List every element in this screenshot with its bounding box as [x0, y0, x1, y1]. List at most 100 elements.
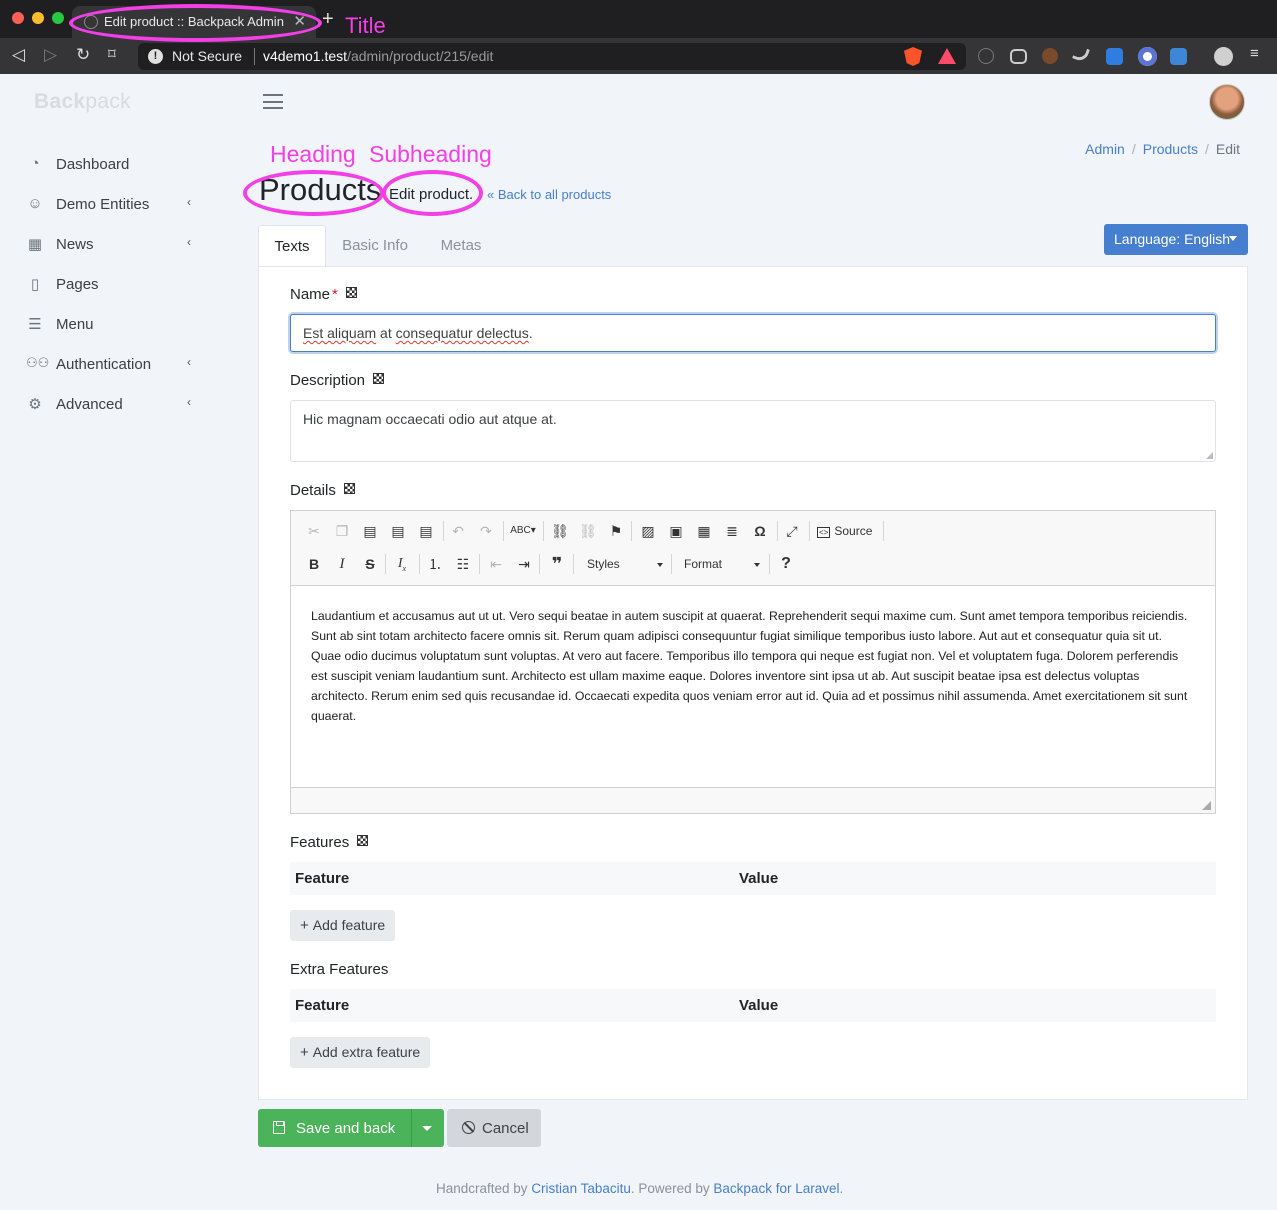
help-icon[interactable]: ? — [775, 553, 797, 575]
sidebar-item-label: Demo Entities — [56, 196, 150, 213]
author-link[interactable]: Cristian Tabacitu — [531, 1181, 631, 1196]
language-dropdown-button[interactable]: Language: English — [1104, 224, 1248, 255]
features-table-header: Feature Value — [290, 862, 1216, 895]
embed-icon[interactable]: ▣ — [665, 520, 687, 542]
sidebar-toggle-icon[interactable] — [263, 94, 283, 109]
special-char-icon[interactable]: Ω — [749, 520, 771, 542]
styles-dropdown[interactable]: Styles — [587, 553, 663, 575]
users-icon: ⚇⚇ — [26, 355, 50, 370]
url-text[interactable]: v4demo1.test/admin/product/215/edit — [263, 48, 493, 64]
undo-icon[interactable]: ↶ — [447, 520, 469, 542]
bookmark-icon[interactable]: ⌑ — [108, 45, 116, 63]
copy-icon[interactable]: ❐ — [331, 520, 353, 542]
add-extra-feature-button[interactable]: + Add extra feature — [290, 1037, 431, 1068]
sidebar-item-demo-entities[interactable]: ☺ Demo Entities ‹ — [0, 185, 220, 225]
sidebar-item-pages[interactable]: ▯ Pages — [0, 265, 220, 305]
sidebar-item-news[interactable]: ▦ News ‹ — [0, 225, 220, 265]
close-window-icon[interactable] — [12, 12, 24, 24]
paste-word-icon[interactable]: ▤ — [415, 520, 437, 542]
bold-icon[interactable]: B — [303, 553, 325, 575]
pocket-icon[interactable] — [1010, 49, 1027, 64]
blockquote-icon[interactable]: ❞ — [546, 553, 568, 575]
backpack-link[interactable]: Backpack for Laravel — [713, 1181, 839, 1196]
magnet-icon[interactable] — [1072, 45, 1090, 63]
chevron-left-icon: ‹ — [187, 395, 191, 409]
reload-icon[interactable]: ↻ — [76, 45, 90, 65]
ban-icon — [462, 1121, 475, 1134]
maximize-window-icon[interactable] — [52, 12, 64, 24]
redo-icon[interactable]: ↷ — [475, 520, 497, 542]
back-to-list-link[interactable]: « Back to all products — [487, 187, 611, 202]
user-avatar[interactable] — [1209, 84, 1245, 120]
forward-icon[interactable]: ▷ — [44, 45, 57, 65]
bulleted-list-icon[interactable]: ☷ — [452, 553, 474, 575]
settings-extension-icon[interactable] — [1138, 47, 1157, 66]
sidebar-item-dashboard[interactable]: ◔ Dashboard — [0, 145, 220, 185]
cut-icon[interactable]: ✂ — [303, 520, 325, 542]
outdent-icon[interactable]: ⇤ — [485, 553, 507, 575]
browser-menu-icon[interactable]: ≡ — [1250, 45, 1259, 62]
extra-features-label: Extra Features — [290, 961, 389, 978]
numbered-list-icon[interactable]: ⒈ — [424, 553, 446, 575]
editor-content[interactable]: Laudantium et accusamus aut ut ut. Vero … — [311, 606, 1191, 726]
cancel-button[interactable]: Cancel — [447, 1109, 541, 1147]
remove-format-icon[interactable]: Ix — [391, 553, 413, 575]
paste-icon[interactable]: ▤ — [359, 520, 381, 542]
breadcrumb-admin[interactable]: Admin — [1085, 141, 1125, 157]
gauge-icon: ◔ — [30, 155, 40, 172]
horizontal-line-icon[interactable]: ≣ — [721, 520, 743, 542]
features-label: Features — [290, 834, 369, 851]
maximize-icon[interactable]: ⤢ — [781, 520, 803, 542]
toolbar-separator — [443, 521, 444, 541]
translatable-flag-icon — [373, 373, 385, 384]
save-and-back-button[interactable]: Save and back — [258, 1109, 412, 1147]
add-feature-button[interactable]: + Add feature — [290, 910, 396, 941]
strikethrough-icon[interactable]: S — [359, 553, 381, 575]
paste-text-icon[interactable]: ▤ — [387, 520, 409, 542]
spellcheck-icon[interactable]: ABC▾ — [509, 520, 537, 542]
source-icon: <> — [817, 527, 831, 538]
chevron-left-icon: ‹ — [187, 195, 191, 209]
format-dropdown[interactable]: Format — [684, 553, 760, 575]
breadcrumb-edit: Edit — [1215, 141, 1240, 157]
resize-handle-icon[interactable] — [1202, 801, 1211, 810]
sidebar-item-menu[interactable]: ☰ Menu — [0, 305, 220, 345]
app-logo[interactable]: Backpack — [34, 90, 131, 114]
sidebar-item-authentication[interactable]: ⚇⚇ Authentication ‹ — [0, 345, 220, 385]
italic-icon[interactable]: I — [331, 553, 353, 575]
tab-texts[interactable]: Texts — [258, 225, 326, 267]
breadcrumb-products[interactable]: Products — [1143, 141, 1198, 157]
profile-icon[interactable] — [1214, 47, 1233, 66]
brave-shields-icon[interactable] — [904, 47, 922, 66]
sidebar-item-label: Authentication — [56, 356, 152, 373]
anchor-flag-icon[interactable]: ⚑ — [605, 520, 627, 542]
editor-toolbar: ✂ ❐ ▤ ▤ ▤ ↶ ↷ ABC▾ ⛓ ⛓ ⚑ ▨ ▣ ▦ ≣ Ω ⤢ <> S… — [291, 511, 1215, 586]
font-extension-icon[interactable] — [1106, 48, 1123, 65]
extra-features-table-header: Feature Value — [290, 989, 1216, 1022]
unlink-icon[interactable]: ⛓ — [577, 520, 599, 542]
resize-handle-icon[interactable] — [1206, 452, 1213, 459]
tab-basic-info[interactable]: Basic Info — [332, 225, 418, 267]
name-input[interactable]: Est aliquam at consequatur delectus. — [290, 314, 1216, 352]
description-textarea[interactable]: Hic magnam occaecati odio aut atque at. — [290, 400, 1216, 462]
column-header-value: Value — [739, 997, 779, 1014]
source-button[interactable]: <> Source — [817, 520, 879, 542]
indent-icon[interactable]: ⇥ — [513, 553, 535, 575]
extension-info-icon[interactable] — [978, 48, 994, 64]
cookie-extension-icon[interactable] — [1042, 48, 1058, 64]
save-options-dropdown-icon[interactable] — [422, 1126, 432, 1131]
link-icon[interactable]: ⛓ — [549, 520, 571, 542]
info-icon[interactable]: ! — [148, 49, 163, 64]
image-icon[interactable]: ▨ — [637, 520, 659, 542]
s-extension-icon[interactable] — [1170, 48, 1187, 65]
minimize-window-icon[interactable] — [32, 12, 44, 24]
sidebar: ◔ Dashboard ☺ Demo Entities ‹ ▦ News ‹ ▯… — [0, 145, 220, 425]
column-header-feature: Feature — [295, 870, 350, 887]
back-icon[interactable]: ◁ — [12, 45, 25, 65]
sidebar-item-advanced[interactable]: ⚙ Advanced ‹ — [0, 385, 220, 425]
tab-metas[interactable]: Metas — [428, 225, 494, 267]
brave-rewards-icon[interactable] — [938, 48, 956, 64]
table-icon[interactable]: ▦ — [693, 520, 715, 542]
address-bar[interactable]: ! Not Secure v4demo1.test/admin/product/… — [138, 43, 966, 70]
new-tab-icon[interactable]: + — [322, 9, 334, 29]
